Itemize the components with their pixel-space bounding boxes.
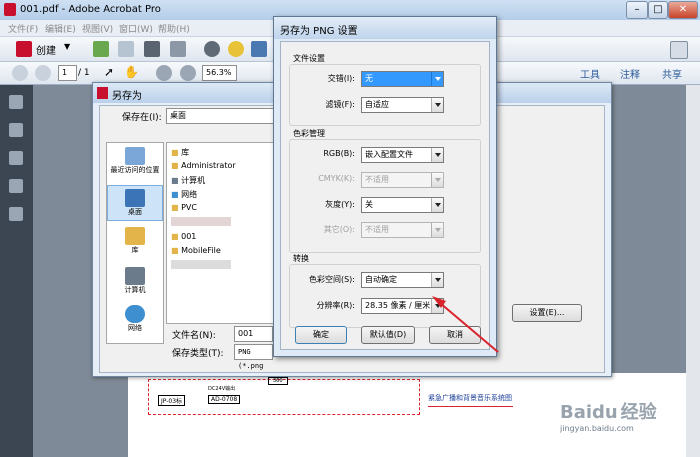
annotation-arrow — [432, 296, 499, 353]
watermark-brand: Baidu — [560, 402, 618, 423]
baidu-watermark: Baidu 经验 jingyan.baidu.com — [560, 398, 657, 433]
watermark-url: jingyan.baidu.com — [560, 424, 634, 433]
watermark-jingyan: 经验 — [620, 402, 657, 423]
